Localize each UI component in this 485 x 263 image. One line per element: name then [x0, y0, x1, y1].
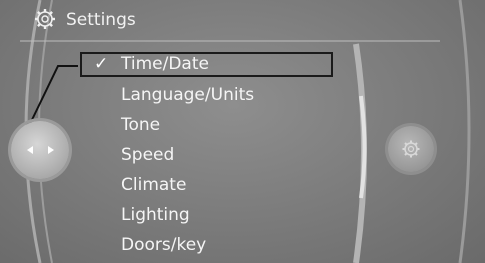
- settings-menu: ✓ Time/Date Language/Units Tone Speed Cl…: [80, 52, 333, 262]
- menu-item-label: Doors/key: [121, 235, 207, 255]
- checkmark-icon: ✓: [94, 54, 109, 74]
- menu-item-label: Time/Date: [121, 54, 209, 74]
- controller-knob[interactable]: [11, 121, 69, 179]
- options-icon: [402, 140, 420, 158]
- menu-item-climate[interactable]: Climate: [80, 172, 333, 202]
- menu-item-label: Tone: [121, 115, 161, 135]
- settings-screen: Settings ✓ Time/Date Language/Units Tone…: [0, 0, 485, 263]
- menu-item-label: Speed: [121, 145, 175, 165]
- arrow-left-icon[interactable]: [27, 146, 33, 154]
- menu-item-language-units[interactable]: Language/Units: [80, 82, 333, 112]
- selection-pointer-line: [28, 65, 78, 127]
- menu-item-lighting[interactable]: Lighting: [80, 202, 333, 232]
- menu-item-time-date[interactable]: ✓ Time/Date: [80, 52, 333, 77]
- menu-item-tone[interactable]: Tone: [80, 112, 333, 142]
- menu-item-label: Lighting: [121, 205, 190, 225]
- menu-item-speed[interactable]: Speed: [80, 142, 333, 172]
- header: Settings: [0, 0, 485, 42]
- menu-item-label: Climate: [121, 175, 187, 195]
- arrow-right-icon[interactable]: [48, 146, 54, 154]
- options-knob[interactable]: [388, 126, 434, 172]
- page-title: Settings: [66, 10, 136, 30]
- gear-icon: [35, 9, 55, 29]
- menu-item-label: Language/Units: [121, 85, 255, 105]
- menu-item-doors-key[interactable]: Doors/key: [80, 232, 333, 262]
